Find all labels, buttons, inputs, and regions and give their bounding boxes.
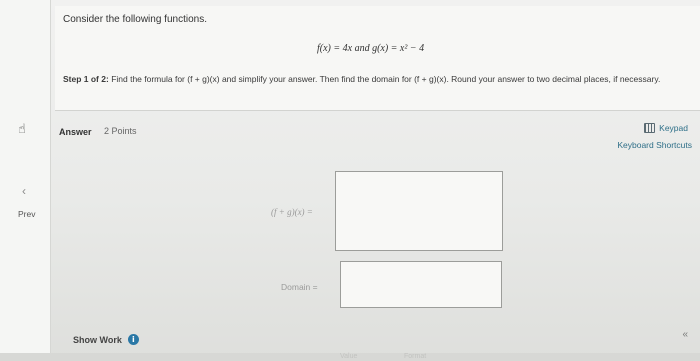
show-work-label: Show Work — [73, 334, 122, 345]
toolbar-ghost-format: Format — [404, 353, 427, 360]
keyboard-shortcuts-link[interactable]: Keyboard Shortcuts — [617, 140, 692, 150]
show-work-button[interactable]: Show Work i — [73, 334, 139, 345]
function-definitions: f(x) = 4x and g(x) = x² − 4 — [317, 43, 425, 54]
answer-area: Answer 2 Points Keypad Keyboard Shortcut… — [55, 115, 700, 361]
toolbar-ghost-value: Value — [340, 353, 358, 360]
keypad-label: Keypad — [659, 123, 688, 133]
step-instructions: Step 1 of 2: Find the formula for (f + g… — [63, 74, 673, 85]
left-rail: ☝ ‹ Prev — [0, 0, 51, 361]
question-intro: Consider the following functions. — [63, 14, 207, 25]
points-badge: 2 Points — [104, 126, 137, 136]
double-chevron-icon[interactable]: « — [682, 329, 688, 340]
keypad-button[interactable]: Keypad — [644, 123, 688, 133]
sum-formula-input[interactable] — [335, 171, 503, 251]
sum-formula-label: (f + g)(x) = — [271, 207, 313, 217]
bottom-toolbar: Value Format — [0, 353, 700, 361]
chevron-left-icon[interactable]: ‹ — [22, 184, 26, 198]
info-icon[interactable]: i — [127, 334, 139, 345]
domain-input[interactable] — [340, 261, 502, 308]
prev-button[interactable]: Prev — [18, 209, 35, 219]
screen: ☝ ‹ Prev Consider the following function… — [0, 0, 700, 361]
question-panel: Consider the following functions. f(x) =… — [55, 6, 700, 111]
answer-label: Answer — [59, 127, 92, 137]
domain-label: Domain = — [281, 282, 318, 292]
keypad-icon — [644, 123, 656, 133]
step-text: Find the formula for (f + g)(x) and simp… — [111, 74, 661, 84]
step-label: Step 1 of 2: — [63, 74, 109, 84]
hand-pointer-icon[interactable]: ☝ — [18, 121, 26, 137]
